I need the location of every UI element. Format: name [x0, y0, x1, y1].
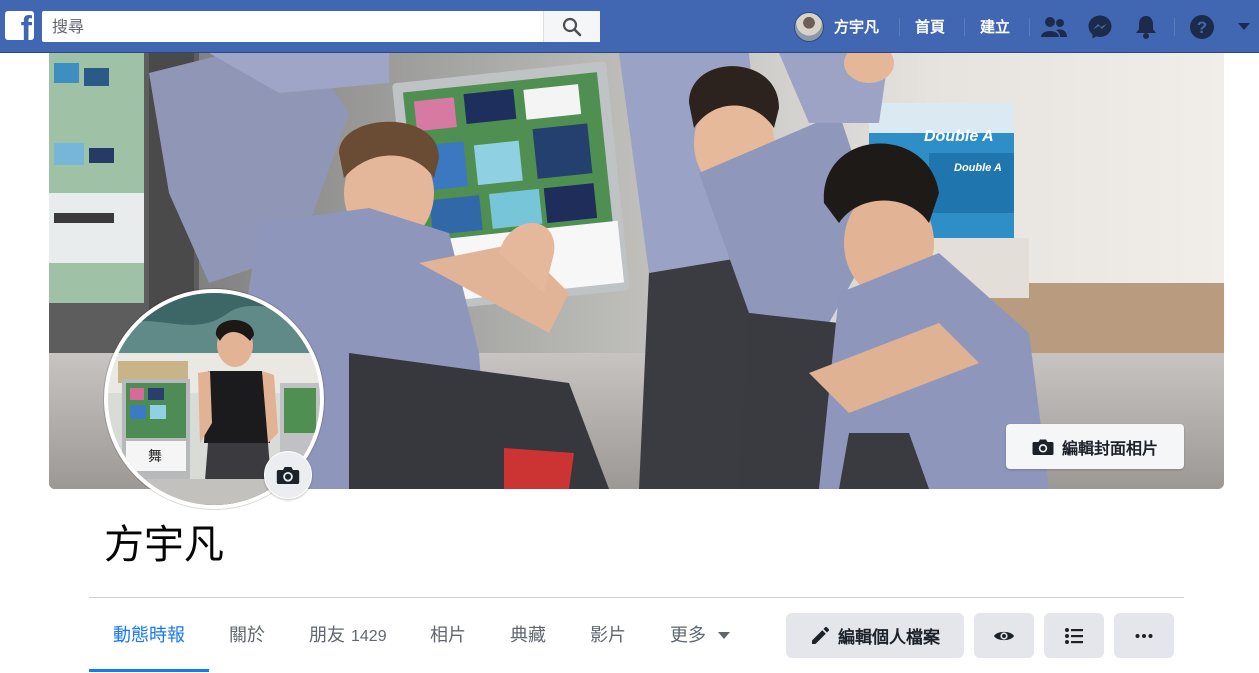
profile-name: 方宇凡 [104, 522, 224, 568]
camera-icon [1032, 439, 1054, 455]
active-tab-indicator [89, 669, 209, 672]
edit-profile-button[interactable]: 編輯個人檔案 [786, 613, 964, 658]
activity-log-button[interactable] [1044, 613, 1104, 658]
tab-about[interactable]: 關於 [229, 610, 265, 662]
search-icon [562, 17, 582, 36]
section-divider [89, 597, 1184, 598]
list-icon [1065, 627, 1083, 644]
tab-videos[interactable]: 影片 [590, 610, 626, 662]
svg-text:Double A: Double A [954, 162, 1002, 174]
notifications-bell-icon[interactable] [1132, 13, 1160, 41]
nav-divider [1029, 18, 1030, 36]
tab-more[interactable]: 更多 [670, 610, 730, 662]
tab-label: 關於 [229, 625, 265, 646]
caret-down-icon [717, 632, 730, 639]
edit-cover-photo-label: 編輯封面相片 [1061, 438, 1158, 458]
top-navigation-bar: f 方宇凡 首頁 建立 [0, 0, 1259, 53]
update-profile-picture-button[interactable] [264, 451, 312, 499]
nav-divider [1174, 18, 1175, 36]
nav-home-link[interactable]: 首頁 [915, 10, 945, 44]
nav-divider [964, 18, 965, 36]
ellipsis-icon [1135, 633, 1153, 638]
svg-text:舞: 舞 [148, 449, 162, 465]
tab-label: 更多 [670, 625, 706, 646]
facebook-logo-icon[interactable]: f [5, 11, 34, 40]
nav-divider [899, 18, 900, 36]
eye-icon [994, 631, 1014, 640]
account-menu-chevron-down-icon[interactable] [1234, 13, 1254, 41]
tab-archive[interactable]: 典藏 [510, 610, 546, 662]
more-options-button[interactable] [1114, 613, 1174, 658]
tab-timeline[interactable]: 動態時報 [89, 610, 209, 662]
svg-text:?: ? [1197, 18, 1207, 37]
nav-create-link[interactable]: 建立 [980, 10, 1010, 44]
friends-count: 1429 [351, 628, 387, 645]
nav-avatar[interactable] [794, 12, 824, 42]
messenger-icon[interactable] [1086, 13, 1114, 41]
tab-label: 朋友 [309, 625, 345, 646]
camera-icon [276, 467, 300, 484]
search-box [42, 11, 600, 42]
svg-text:Double A: Double A [924, 128, 994, 145]
tab-label: 相片 [430, 625, 466, 646]
edit-cover-photo-button[interactable]: 編輯封面相片 [1006, 424, 1184, 469]
help-icon[interactable]: ? [1188, 13, 1216, 41]
view-as-button[interactable] [974, 613, 1034, 658]
tab-label: 動態時報 [113, 625, 185, 646]
pencil-icon [812, 626, 830, 644]
nav-profile-link[interactable]: 方宇凡 [834, 10, 879, 44]
tab-friends[interactable]: 朋友 1429 [309, 610, 387, 662]
tab-label: 影片 [590, 625, 626, 646]
friend-requests-icon[interactable] [1040, 13, 1068, 41]
search-input[interactable] [42, 11, 542, 42]
search-button[interactable] [543, 11, 600, 42]
edit-profile-label: 編輯個人檔案 [838, 628, 940, 648]
tab-label: 典藏 [510, 625, 546, 646]
tab-photos[interactable]: 相片 [430, 610, 466, 662]
